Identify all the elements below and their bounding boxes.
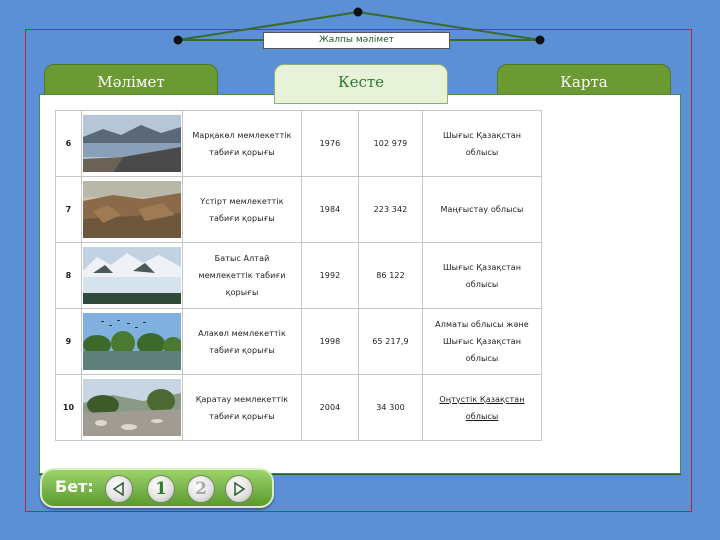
founded-year: 1992 [301,242,359,309]
reserve-name: Алакөл мемлекеттік табиғи қорығы [182,308,302,375]
table-row: 10 Қаратау мемлекеттік табиғи қорығы 200… [55,374,542,441]
reserves-table: 6 Марқакөл мемлекеттік табиғи қорығы 197… [55,110,542,441]
reserve-photo-cell [81,374,183,441]
region-name: Алматы облысы және Шығыс Қазақстан облыс… [422,308,542,375]
page-2-button[interactable]: 2 [187,475,215,503]
page-title: Жалпы мәлімет [263,32,450,49]
pager: Бет: 1 2 [40,468,274,508]
prev-page-button[interactable] [105,475,133,503]
table-panel: 6 Марқакөл мемлекеттік табиғи қорығы 197… [39,94,681,474]
reserve-photo-cell [81,242,183,309]
reserve-name: Марқакөл мемлекеттік табиғи қорығы [182,110,302,177]
triangle-left-icon [112,482,124,496]
table-row: 9 Алакөл мемлекеттік табиғи қорығы 1998 … [55,308,542,375]
reserve-photo [83,247,181,304]
area-value: 86 122 [358,242,423,309]
area-value: 34 300 [358,374,423,441]
table-row: 8 Батыс Алтай мемлекеттік табиғи қорығы … [55,242,542,309]
table-row: 6 Марқакөл мемлекеттік табиғи қорығы 197… [55,110,542,177]
region-name: Шығыс Қазақстан облысы [422,110,542,177]
table-row: 7 Үстірт мемлекеттік табиғи қорығы 1984 … [55,176,542,243]
row-number: 8 [55,242,82,309]
row-number: 7 [55,176,82,243]
region-name: Маңғыстау облысы [422,176,542,243]
row-number: 9 [55,308,82,375]
region-name: Шығыс Қазақстан облысы [422,242,542,309]
area-value: 65 217,9 [358,308,423,375]
row-number: 6 [55,110,82,177]
founded-year: 1998 [301,308,359,375]
reserve-photo [83,313,181,370]
reserve-photo [83,379,181,436]
reserve-photo [83,181,181,238]
founded-year: 1984 [301,176,359,243]
pager-label: Бет: [55,477,94,496]
founded-year: 1976 [301,110,359,177]
next-page-button[interactable] [225,475,253,503]
region-name: Оңтүстік Қазақстан облысы [422,374,542,441]
reserve-photo-cell [81,308,183,375]
area-value: 223 342 [358,176,423,243]
reserve-name: Үстірт мемлекеттік табиғи қорығы [182,176,302,243]
triangle-right-icon [234,482,246,496]
row-number: 10 [55,374,82,441]
reserve-name: Қаратау мемлекеттік табиғи қорығы [182,374,302,441]
reserve-name: Батыс Алтай мемлекеттік табиғи қорығы [182,242,302,309]
reserve-photo-cell [81,110,183,177]
tab-table[interactable]: Кесте [274,64,448,104]
page-1-button[interactable]: 1 [147,475,175,503]
founded-year: 2004 [301,374,359,441]
reserve-photo-cell [81,176,183,243]
area-value: 102 979 [358,110,423,177]
region-link[interactable]: Оңтүстік Қазақстан облысы [439,395,524,421]
reserve-photo [83,115,181,172]
